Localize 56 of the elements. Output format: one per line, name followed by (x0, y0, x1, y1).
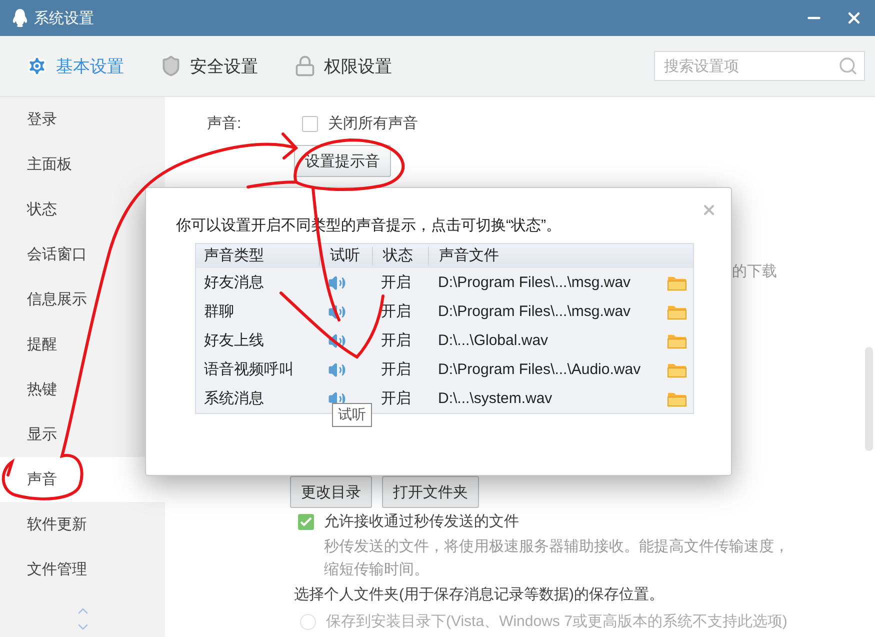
folder-icon[interactable] (667, 332, 687, 348)
folder-heading: 选择个人文件夹(用于保存消息记录等数据)的保存位置。 (294, 585, 664, 604)
table-cell-text: 系统消息 (203, 389, 265, 408)
status-cell[interactable]: 开启 (372, 273, 428, 292)
lock-icon (294, 55, 316, 77)
speaker-icon[interactable] (328, 302, 346, 320)
fast-transfer-note: 秒传发送的文件，将使用极速服务器辅助接收。能提高文件传输速度，缩短传输时间。 (324, 537, 790, 580)
status-cell[interactable]: 开启 (372, 302, 428, 321)
table-cell: D:\...\Global.wav (438, 332, 548, 349)
window-title: 系统设置 (34, 8, 95, 28)
shield-icon (160, 55, 182, 77)
settings-tab[interactable]: 安全设置 (160, 54, 258, 78)
fast-transfer-label: 允许接收通过秒传发送的文件 (324, 512, 519, 531)
table-cell-text: 群聊 (203, 302, 235, 321)
table-cell: D:\Program Files\...\msg.wav (438, 274, 631, 291)
settings-tab[interactable]: 权限设置 (294, 54, 392, 78)
sidebar-item[interactable]: 软件更新 (0, 502, 165, 547)
sidebar-item[interactable]: 登录 (0, 97, 165, 142)
folder-icon[interactable] (667, 390, 687, 406)
search-field[interactable]: 搜索设置项 (654, 51, 865, 81)
mute-label: 关闭所有声音 (328, 114, 418, 133)
folder-button[interactable]: 打开文件夹 (382, 476, 479, 508)
penguin-icon (12, 8, 28, 28)
table-cell: D:\Program Files\...\Audio.wav (438, 361, 641, 378)
table-cell: D:\...\system.wav (438, 390, 552, 407)
sound-label: 声音: (207, 114, 242, 133)
folder-icon[interactable] (667, 362, 687, 378)
tooltip: 试听 (332, 403, 372, 427)
status-cell[interactable]: 开启 (372, 331, 428, 350)
column-header: 声音文件 (428, 247, 693, 265)
set-sounds-button[interactable]: 设置提示音 (294, 145, 391, 177)
mute-checkbox[interactable] (302, 116, 318, 132)
search-icon[interactable] (838, 56, 858, 76)
column-header: 试听 (319, 247, 372, 265)
column-header: 状态 (372, 247, 428, 265)
table-cell-text: 语音视频呼叫 (203, 360, 295, 379)
close-icon[interactable] (701, 202, 717, 218)
speaker-icon[interactable] (328, 274, 346, 292)
download-text: 的下载 (732, 262, 777, 281)
speaker-icon[interactable] (328, 332, 346, 350)
folder-button[interactable]: 更改目录 (290, 476, 372, 508)
table-cell-text: 好友消息 (203, 273, 265, 292)
column-header: 声音类型 (203, 247, 265, 265)
install-dir-label: 保存到安装目录下(Vista、Windows 7或更高版本的系统不支持此选项) (326, 612, 788, 631)
table-cell: D:\Program Files\...\msg.wav (438, 303, 631, 320)
folder-icon[interactable] (667, 304, 687, 320)
sidebar-item[interactable]: 文件管理 (0, 547, 165, 592)
status-cell[interactable]: 开启 (372, 360, 428, 379)
table-cell-text: 好友上线 (203, 331, 265, 350)
folder-icon[interactable] (667, 274, 687, 290)
fast-transfer-checkbox[interactable] (298, 514, 314, 530)
speaker-icon[interactable] (328, 360, 346, 378)
status-cell[interactable]: 开启 (372, 389, 428, 408)
scrollbar-thumb[interactable] (865, 347, 873, 451)
sidebar-item[interactable]: 主面板 (0, 142, 165, 187)
gear-icon (26, 55, 48, 77)
